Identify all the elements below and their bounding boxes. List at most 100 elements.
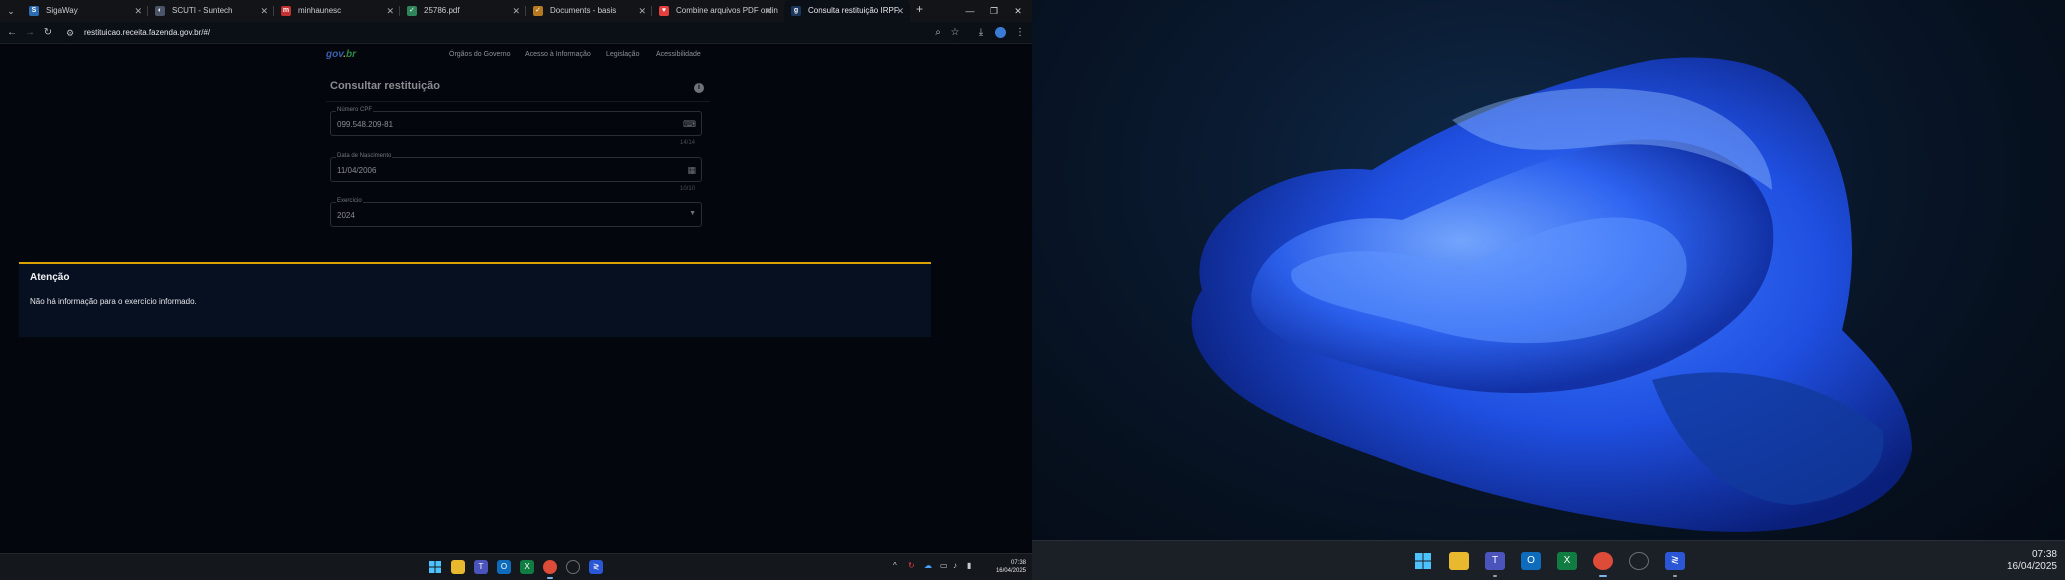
- birth-date-label: Data de Nascimento: [336, 153, 393, 159]
- documents-favicon-icon: ✓: [533, 6, 543, 16]
- alert-title: Atenção: [30, 272, 70, 283]
- close-icon[interactable]: ✕: [260, 0, 268, 22]
- clock-time: 07:38: [1010, 560, 1026, 566]
- taskbar-right: T O X ≷ 07:38 16/04/2025: [1032, 540, 2065, 580]
- alert-message: Não há informação para o exercício infor…: [30, 297, 197, 306]
- windows-start-icon[interactable]: [1413, 552, 1433, 570]
- close-icon[interactable]: ✕: [386, 0, 394, 22]
- sync-icon[interactable]: ↻: [908, 561, 915, 570]
- nav-link-acesso-informacao[interactable]: Acesso à Informação: [525, 51, 591, 58]
- birth-date-value[interactable]: 11/04/2006: [337, 166, 376, 175]
- outlook-icon[interactable]: O: [497, 560, 511, 574]
- exercise-select[interactable]: Exercício 2024 ▼: [330, 198, 702, 227]
- close-icon[interactable]: ✕: [896, 0, 904, 22]
- tab-title: SigaWay: [46, 6, 78, 15]
- nav-link-acessibilidade[interactable]: Acessibilidade: [656, 51, 701, 58]
- reload-icon[interactable]: ↻: [40, 25, 56, 41]
- vscode-icon[interactable]: ≷: [589, 560, 603, 574]
- tab-search-icon[interactable]: ⌄: [3, 3, 19, 19]
- unesc-favicon-icon: m: [281, 6, 291, 16]
- sigaway-favicon-icon: S: [29, 6, 39, 16]
- close-icon[interactable]: ✕: [764, 0, 772, 22]
- birth-date-counter: 10/10: [680, 186, 696, 192]
- chevron-down-icon[interactable]: ▼: [689, 210, 696, 217]
- battery-icon[interactable]: ▮: [967, 561, 971, 570]
- tab-title: SCUTI - Suntech: [172, 6, 233, 15]
- chrome-icon[interactable]: [1593, 552, 1613, 577]
- cpf-counter: 14/14: [680, 140, 696, 146]
- taskbar-clock[interactable]: 07:38 16/04/2025: [1982, 549, 2057, 573]
- tab-title: Combine arquivos PDF online...: [676, 6, 778, 15]
- heart-favicon-icon: ♥: [659, 6, 669, 16]
- close-icon[interactable]: ✕: [134, 0, 142, 22]
- right-monitor: T O X ≷ 07:38 16/04/2025: [1032, 0, 2065, 580]
- cpf-label: Número CPF: [336, 107, 374, 113]
- display-icon[interactable]: ▭: [940, 561, 948, 570]
- zoom-icon[interactable]: ⌕: [930, 25, 946, 41]
- volume-icon[interactable]: ♪: [953, 561, 957, 570]
- alert-dialog: Atenção Não há informação para o exercíc…: [19, 262, 931, 337]
- forward-arrow-icon[interactable]: →: [22, 25, 38, 41]
- scuti-favicon-icon: ◐: [155, 6, 165, 16]
- file-explorer-icon[interactable]: [451, 560, 465, 574]
- close-icon[interactable]: ✕: [512, 0, 520, 22]
- excel-icon[interactable]: X: [1557, 552, 1577, 570]
- exercise-label: Exercício: [336, 198, 363, 204]
- taskbar-clock[interactable]: 07:38 16/04/2025: [984, 559, 1026, 575]
- onedrive-icon[interactable]: ☁: [924, 561, 932, 570]
- clock-date: 16/04/2025: [2006, 561, 2057, 572]
- download-icon[interactable]: ⤓: [973, 25, 989, 41]
- excel-icon[interactable]: X: [520, 560, 534, 574]
- gov-header: gov.br Órgãos do Governo Acesso à Inform…: [326, 49, 706, 65]
- clock-date: 16/04/2025: [995, 568, 1026, 574]
- browser-menu-icon[interactable]: ⋮: [1012, 25, 1028, 41]
- left-monitor: ⌄ S SigaWay ✕ ◐ SCUTI - Suntech ✕ m minh…: [0, 0, 1032, 580]
- govbr-favicon-icon: g: [791, 6, 801, 16]
- address-bar[interactable]: ⚙ restituicao.receita.fazenda.gov.br/#/: [60, 25, 960, 41]
- chrome-icon[interactable]: [543, 560, 557, 579]
- windows-start-icon[interactable]: [428, 560, 442, 574]
- exercise-value[interactable]: 2024: [337, 211, 355, 220]
- info-icon[interactable]: i: [694, 83, 704, 93]
- tab-minhaunesc[interactable]: m minhaunesc ✕: [274, 0, 400, 22]
- tab-pdf[interactable]: ✓ 25786.pdf ✕: [400, 0, 526, 22]
- birth-date-field[interactable]: Data de Nascimento 11/04/2006 ▦: [330, 153, 702, 182]
- tab-title: minhaunesc: [298, 6, 342, 15]
- close-window-button[interactable]: ✕: [1006, 0, 1030, 22]
- keyboard-icon[interactable]: ⌨: [683, 119, 696, 130]
- clock-app-icon[interactable]: [1629, 552, 1649, 570]
- nav-link-legislacao[interactable]: Legislação: [606, 51, 639, 58]
- clock-app-icon[interactable]: [566, 560, 580, 574]
- windows-bloom-wallpaper: [1191, 57, 1912, 532]
- tab-strip: ⌄ S SigaWay ✕ ◐ SCUTI - Suntech ✕ m minh…: [0, 0, 1032, 22]
- url-text[interactable]: restituicao.receita.fazenda.gov.br/#/: [84, 25, 210, 41]
- cpf-value[interactable]: 099.548.209-81: [337, 120, 393, 129]
- calendar-icon[interactable]: ▦: [687, 165, 696, 176]
- govbr-logo[interactable]: gov.br: [326, 49, 356, 60]
- vscode-icon[interactable]: ≷: [1665, 552, 1685, 577]
- bookmark-star-icon[interactable]: ☆: [947, 25, 963, 41]
- nav-link-orgaos[interactable]: Órgãos do Governo: [449, 51, 510, 58]
- chevron-up-icon[interactable]: ^: [893, 561, 897, 570]
- close-icon[interactable]: ✕: [638, 0, 646, 22]
- clock-time: 07:38: [2031, 549, 2057, 560]
- tab-title: Documents - basis: [550, 6, 617, 15]
- site-info-icon[interactable]: ⚙: [66, 25, 74, 41]
- tab-scuti[interactable]: ◐ SCUTI - Suntech ✕: [148, 0, 274, 22]
- tab-consulta-restituicao[interactable]: g Consulta restituição IRPF ✕: [784, 0, 910, 22]
- new-tab-button[interactable]: +: [916, 2, 923, 16]
- tab-combine-pdf[interactable]: ♥ Combine arquivos PDF online... ✕: [652, 0, 778, 22]
- back-arrow-icon[interactable]: ←: [4, 25, 20, 41]
- tab-title: Consulta restituição IRPF: [808, 6, 899, 15]
- teams-icon[interactable]: T: [474, 560, 488, 574]
- tab-sigaway[interactable]: S SigaWay ✕: [22, 0, 148, 22]
- profile-avatar[interactable]: [992, 25, 1008, 41]
- teams-icon[interactable]: T: [1485, 552, 1505, 577]
- maximize-button[interactable]: ❐: [982, 0, 1006, 22]
- tab-documents[interactable]: ✓ Documents - basis ✕: [526, 0, 652, 22]
- outlook-icon[interactable]: O: [1521, 552, 1541, 570]
- minimize-button[interactable]: —: [958, 0, 982, 22]
- cpf-field[interactable]: Número CPF 099.548.209-81 ⌨: [330, 107, 702, 136]
- page-title: Consultar restituição: [330, 80, 441, 92]
- file-explorer-icon[interactable]: [1449, 552, 1469, 570]
